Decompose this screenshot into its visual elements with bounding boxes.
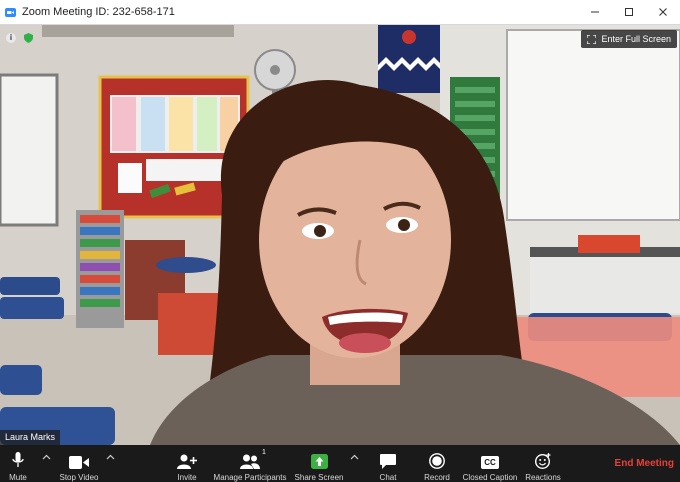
zoom-meeting-window: Zoom Meeting ID: 232-658-171 i Enter Ful… — [0, 0, 680, 482]
close-icon — [659, 8, 667, 16]
window-title: Zoom Meeting ID: 232-658-171 — [22, 6, 175, 18]
share-screen-label: Share Screen — [294, 473, 344, 482]
meeting-toolbar: Mute Stop Video Invite 1 Manage Particip… — [0, 445, 680, 482]
invite-button[interactable]: Invite — [172, 445, 202, 482]
minimize-icon — [591, 11, 599, 13]
share-screen-button[interactable]: Share Screen — [294, 445, 344, 482]
record-icon — [429, 453, 445, 469]
record-button[interactable]: Record — [421, 445, 453, 482]
enter-full-screen-button[interactable]: Enter Full Screen — [581, 30, 677, 48]
microphone-icon — [12, 452, 24, 467]
video-camera-icon — [69, 456, 89, 469]
window-controls — [578, 0, 680, 24]
manage-participants-button[interactable]: 1 Manage Participants — [213, 445, 287, 482]
video-frame — [0, 25, 680, 445]
maximize-button[interactable] — [612, 0, 646, 24]
video-options-chevron-icon[interactable] — [106, 454, 115, 460]
chat-button[interactable]: Chat — [374, 445, 402, 482]
stop-video-button[interactable]: Stop Video — [55, 445, 103, 482]
audio-options-chevron-icon[interactable] — [42, 454, 51, 460]
share-options-chevron-icon[interactable] — [350, 454, 359, 460]
reactions-label: Reactions — [525, 473, 561, 482]
mute-label: Mute — [9, 473, 27, 482]
chat-bubble-icon — [380, 454, 396, 469]
stop-video-label: Stop Video — [59, 473, 99, 482]
add-person-icon — [177, 454, 197, 469]
participants-icon — [240, 454, 260, 469]
share-screen-icon — [310, 454, 328, 469]
fullscreen-label: Enter Full Screen — [601, 34, 671, 44]
participant-name-label: Laura Marks — [0, 430, 61, 445]
participants-count: 1 — [262, 449, 266, 456]
closed-caption-icon: CC — [481, 456, 499, 469]
video-feed: i Enter Full Screen Laura Marks — [0, 25, 680, 445]
closed-caption-button[interactable]: CC Closed Caption — [461, 445, 519, 482]
close-button[interactable] — [646, 0, 680, 24]
zoom-app-icon — [5, 7, 16, 17]
manage-participants-label: Manage Participants — [213, 473, 287, 482]
minimize-button[interactable] — [578, 0, 612, 24]
closed-caption-label: Closed Caption — [462, 473, 518, 482]
smiley-icon — [535, 453, 551, 469]
chat-label: Chat — [379, 473, 397, 482]
encryption-shield-icon[interactable] — [24, 33, 33, 43]
meeting-info-icon[interactable]: i — [6, 33, 16, 43]
fullscreen-icon — [587, 34, 597, 44]
end-meeting-button[interactable]: End Meeting — [615, 445, 674, 482]
title-bar: Zoom Meeting ID: 232-658-171 — [0, 0, 680, 25]
mute-button[interactable]: Mute — [4, 445, 32, 482]
record-label: Record — [424, 473, 450, 482]
invite-label: Invite — [177, 473, 197, 482]
maximize-icon — [625, 8, 633, 16]
reactions-button[interactable]: Reactions — [524, 445, 562, 482]
